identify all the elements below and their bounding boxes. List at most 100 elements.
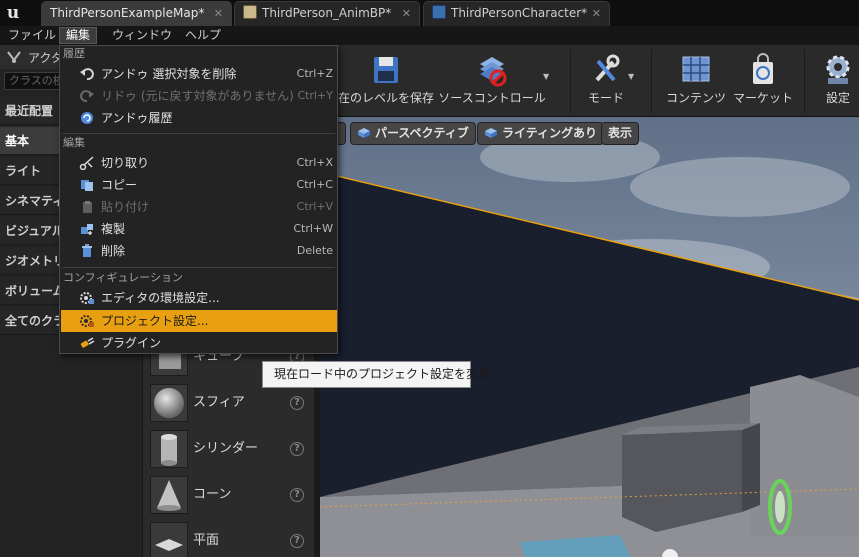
menu-item-label: 削除 (101, 244, 126, 258)
copy-icon (81, 180, 93, 191)
chevron-down-icon[interactable]: ▼ (628, 72, 634, 81)
toolbar-label: 在のレベルを保存 (338, 91, 435, 105)
show-flags-button[interactable]: 表示 (601, 122, 640, 145)
plane-icon (150, 522, 188, 557)
toolbar-label: ソースコントロール (438, 91, 546, 105)
place-item-label: シリンダー (193, 441, 259, 456)
help-icon[interactable]: ? (290, 396, 304, 410)
menu-item-label: コピー (101, 178, 138, 192)
menu-item-editor-preferences[interactable]: エディタの環境設定... (61, 287, 337, 309)
menu-item-shortcut: Ctrl+X (296, 156, 333, 169)
close-icon[interactable]: ✕ (402, 2, 411, 25)
duplicate-icon (81, 224, 93, 235)
menu-item-paste[interactable]: 貼り付け Ctrl+V (61, 196, 337, 218)
unreal-logo-icon[interactable]: u (3, 3, 23, 23)
menu-item-shortcut: Ctrl+C (296, 178, 333, 191)
menu-help[interactable]: ヘルプ (179, 27, 227, 44)
perspective-label: パースペクティブ (375, 126, 469, 140)
menu-item-label: エディタの環境設定... (101, 291, 220, 305)
place-item-label: コーン (193, 487, 232, 502)
toolbar-label: コンテンツ (665, 91, 726, 105)
lit-sphere-icon (485, 128, 497, 138)
project-settings-tooltip: 現在ロード中のプロジェクト設定を変更 (262, 361, 490, 388)
tab-label: ThirdPerson_AnimBP* (262, 6, 392, 20)
plugins-icon (80, 337, 95, 348)
edit-menu-dropdown: 履歴 アンドゥ 選択対象を削除 Ctrl+Z リドゥ (元に戻す対象がありません… (59, 45, 338, 354)
place-item-label: スフィア (193, 395, 245, 410)
content-browser-button[interactable]: コンテンツ (656, 45, 736, 117)
character-blueprint-icon (432, 5, 446, 19)
level-viewport[interactable]: パースペクティブ ライティングあり 表示 (320, 117, 859, 557)
tab-third-person-example-map[interactable]: ThirdPersonExampleMap* ✕ (41, 1, 232, 26)
menu-item-undo[interactable]: アンドゥ 選択対象を削除 Ctrl+Z (61, 63, 337, 85)
menu-item-redo[interactable]: リドゥ (元に戻す対象がありません) Ctrl+Y (61, 85, 337, 107)
content-grid-icon (682, 56, 710, 82)
menu-item-label: 複製 (101, 222, 126, 236)
menu-file[interactable]: ファイル (2, 27, 62, 44)
undo-icon (80, 68, 94, 81)
menu-item-label: 切り取り (101, 156, 150, 170)
list-item[interactable]: コーン ? (143, 472, 315, 518)
menu-item-delete[interactable]: 削除 Delete (61, 240, 337, 262)
menu-divider (62, 267, 335, 268)
tab-third-person-anim-bp[interactable]: ThirdPerson_AnimBP* ✕ (234, 1, 420, 26)
menu-item-label: プラグイン (101, 336, 162, 350)
show-label: 表示 (608, 126, 633, 140)
tools-icon (595, 54, 620, 82)
menu-item-duplicate[interactable]: 複製 Ctrl+W (61, 218, 337, 240)
project-settings-icon (80, 315, 94, 327)
section-header-configuration: コンフィギュレーション (63, 271, 184, 284)
menu-item-shortcut: Ctrl+V (296, 200, 333, 213)
chevron-down-icon[interactable]: ▼ (543, 72, 549, 81)
place-mode-label: アクタ (28, 51, 63, 65)
help-icon[interactable]: ? (290, 534, 304, 548)
cone-icon (150, 476, 188, 514)
delete-icon (82, 244, 92, 257)
menu-item-undo-history[interactable]: アンドゥ履歴 (61, 107, 337, 129)
sphere-icon (150, 384, 188, 422)
undo-history-icon (81, 112, 93, 124)
tab-third-person-character[interactable]: ThirdPersonCharacter* ✕ (423, 1, 610, 26)
list-item[interactable]: 平面 ? (143, 518, 315, 557)
section-header-edit: 編集 (63, 136, 85, 149)
place-actor-icon (7, 51, 21, 63)
unreal-editor-window: u ThirdPersonExampleMap* ✕ ThirdPerson_A… (0, 0, 859, 557)
menu-window[interactable]: ウィンドウ (106, 27, 178, 44)
perspective-cube-icon (358, 128, 370, 138)
tab-label: ThirdPersonCharacter* (451, 6, 588, 20)
section-header-history: 履歴 (63, 47, 85, 60)
close-icon[interactable]: ✕ (592, 2, 601, 25)
toolbar-separator (651, 49, 652, 113)
source-control-button[interactable]: ソースコントロール ▼ (436, 45, 549, 117)
menu-item-shortcut: Delete (296, 244, 333, 257)
menu-item-label: プロジェクト設定... (101, 314, 209, 328)
list-item[interactable]: シリンダー ? (143, 426, 315, 472)
lighting-label: ライティングあり (502, 126, 598, 140)
gear-icon (826, 55, 850, 84)
toolbar-label: 設定 (825, 91, 850, 105)
anim-blueprint-icon (243, 5, 257, 19)
help-icon[interactable]: ? (290, 442, 304, 456)
menu-bar: ファイル 編集 ウィンドウ ヘルプ (0, 26, 859, 45)
menu-edit[interactable]: 編集 (59, 27, 98, 44)
menu-item-shortcut: Ctrl+Y (297, 89, 333, 102)
menu-item-copy[interactable]: コピー Ctrl+C (61, 174, 337, 196)
shopping-bag-icon (753, 53, 773, 84)
lighting-mode-button[interactable]: ライティングあり (477, 122, 605, 145)
modes-button[interactable]: モード ▼ (578, 45, 634, 117)
menu-item-project-settings[interactable]: プロジェクト設定... (61, 310, 337, 332)
menu-item-plugins[interactable]: プラグイン (61, 332, 337, 354)
marketplace-button[interactable]: マーケット (732, 45, 794, 117)
cut-icon (79, 156, 94, 170)
toolbar-separator (804, 49, 805, 113)
menu-divider (62, 133, 335, 134)
save-current-level-button[interactable]: 在のレベルを保存 (338, 45, 434, 117)
tab-bar: u ThirdPersonExampleMap* ✕ ThirdPerson_A… (0, 0, 859, 26)
perspective-button[interactable]: パースペクティブ (350, 122, 476, 145)
menu-item-label: 貼り付け (101, 200, 150, 214)
help-icon[interactable]: ? (290, 488, 304, 502)
settings-button[interactable]: 設定 (812, 45, 859, 117)
close-icon[interactable]: ✕ (214, 2, 223, 25)
menu-item-cut[interactable]: 切り取り Ctrl+X (61, 152, 337, 174)
cylinder-icon (150, 430, 188, 468)
